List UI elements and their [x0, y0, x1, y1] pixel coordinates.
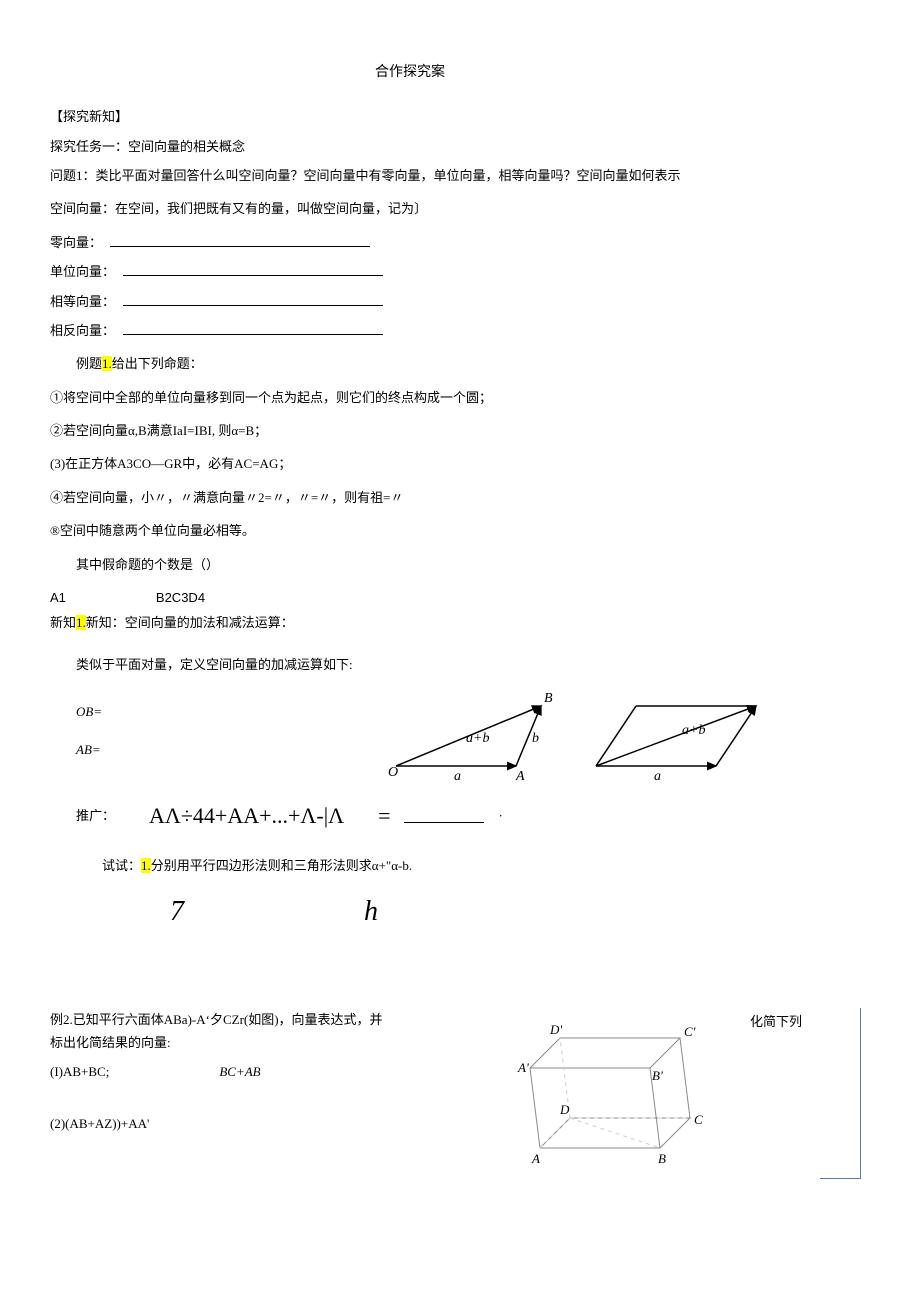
doc-title: 合作探究案: [50, 60, 770, 85]
try-pre: 试试：: [102, 858, 141, 873]
ex2-i-right: BC+AB: [219, 1060, 260, 1083]
ext-formula: AΛ÷44+AA+...+Λ-|Λ: [149, 796, 344, 836]
ext-dot: ·: [498, 804, 502, 827]
lbl-B: B: [658, 1151, 666, 1166]
ex2-ii: (2)(AB+AZ))+AA': [50, 1112, 480, 1135]
try-post: 分别用平行四边形法则和三角形法则求α+"α-b.: [151, 858, 412, 873]
highlight-num-1b: 1.: [76, 615, 86, 630]
lbl-A: A: [531, 1151, 540, 1166]
ex2-tail: 化简下列: [750, 1008, 810, 1033]
label-equal: 相等向量：: [50, 294, 115, 309]
lbl-D: D: [559, 1102, 570, 1117]
parallelepiped-diagram: A B C D A' B' C' D': [490, 1008, 740, 1178]
parallelogram-diagram: a a+b: [586, 686, 776, 786]
new-post: 新知：空间向量的加法和减法运算：: [86, 615, 294, 630]
lbl-Dp: D': [549, 1022, 562, 1037]
label-opp: 相反向量：: [50, 323, 115, 338]
ex2-i: (I)AB+BC;: [50, 1060, 109, 1083]
blank-unit[interactable]: [123, 263, 383, 276]
ex2-line1: 例2.已知平行六面体ABa)-A‘夕CZr(如图)，向量表达式，并: [50, 1008, 480, 1031]
label-zero: 零向量：: [50, 235, 102, 250]
label-b: b: [532, 731, 539, 746]
ex2-line2: 标出化简结果的向量:: [50, 1031, 480, 1054]
prop-4: ④若空间向量，小〃，〃满意向量〃2=〃，〃=〃，则有祖=〃: [50, 486, 770, 509]
label-B: B: [544, 691, 553, 706]
heading-explore: 【探究新知】: [50, 105, 770, 128]
side-box: [820, 1008, 861, 1179]
question1: 问题1：类比平面对量回答什么叫空间向量？空间向量中有零向量，单位向量，相等向量吗…: [50, 164, 770, 187]
prop-5: ®空间中随意两个单位向量必相等。: [50, 519, 770, 542]
eq-ob: OB=: [76, 700, 376, 723]
label-aplusb2: a+b: [682, 723, 705, 738]
ext-label: 推广：: [76, 804, 115, 827]
answer-options: A1 B2C3D4: [50, 586, 770, 609]
task1-title: 探究任务一：空间向量的相关概念: [50, 135, 770, 158]
try-symbols: 7 h: [170, 887, 770, 937]
eq-ab: AB=: [76, 738, 376, 761]
blank-opp[interactable]: [123, 322, 383, 335]
fill-opposite-vector: 相反向量：: [50, 319, 770, 342]
highlight-num-1: 1.: [102, 356, 112, 371]
blank-zero[interactable]: [110, 234, 370, 247]
lbl-Cp: C': [684, 1024, 696, 1039]
prop-3: (3)在正方体A3CO—GR中，必有AC=AG；: [50, 452, 770, 475]
label-unit: 单位向量：: [50, 264, 115, 279]
ext-eq: =: [378, 796, 390, 836]
prop-1: ①将空间中全部的单位向量移到同一个点为起点，则它们的终点构成一个圆；: [50, 386, 770, 409]
fill-zero-vector: 零向量：: [50, 231, 770, 254]
false-count-q: 其中假命题的个数是（）: [50, 553, 770, 576]
definition-line: 空间向量：在空间，我们把既有又有的量，叫做空间向量，记为〕: [50, 197, 770, 220]
extension-row: 推广： AΛ÷44+AA+...+Λ-|Λ = ·: [50, 796, 770, 836]
ext-blank[interactable]: [404, 810, 484, 823]
example1-heading: 例题1.给出下列命题：: [50, 352, 770, 375]
highlight-num-1c: 1.: [141, 858, 151, 873]
new-knowledge: 新知1.新知：空间向量的加法和减法运算：: [50, 611, 770, 634]
ex1-post: 给出下列命题：: [112, 356, 203, 371]
label-O: O: [388, 765, 398, 780]
sym-7: 7: [170, 887, 184, 937]
label-aplusb: a+b: [466, 731, 489, 746]
label-a2: a: [654, 769, 661, 784]
blank-equal[interactable]: [123, 293, 383, 306]
fill-unit-vector: 单位向量：: [50, 260, 770, 283]
lbl-Ap: A': [517, 1060, 529, 1075]
label-a: a: [454, 769, 461, 784]
lbl-C: C: [694, 1112, 703, 1127]
new-pre: 新知: [50, 615, 76, 630]
sym-h: h: [364, 887, 378, 937]
triangle-diagram: O A B a b a+b: [376, 686, 566, 786]
fill-equal-vector: 相等向量：: [50, 290, 770, 313]
option-bcd: B2C3D4: [156, 590, 205, 605]
analog-line: 类似于平面对量，定义空间向量的加减运算如下:: [50, 653, 770, 676]
ex1-pre: 例题: [76, 356, 102, 371]
label-A: A: [515, 769, 525, 784]
lbl-Bp: B': [652, 1068, 663, 1083]
prop-2: ②若空间向量α,B满意IaI=IBI, 则α=B；: [50, 419, 770, 442]
option-a: A1: [50, 590, 66, 605]
try-line: 试试：1.分别用平行四边形法则和三角形法则求α+"α-b.: [50, 854, 770, 877]
